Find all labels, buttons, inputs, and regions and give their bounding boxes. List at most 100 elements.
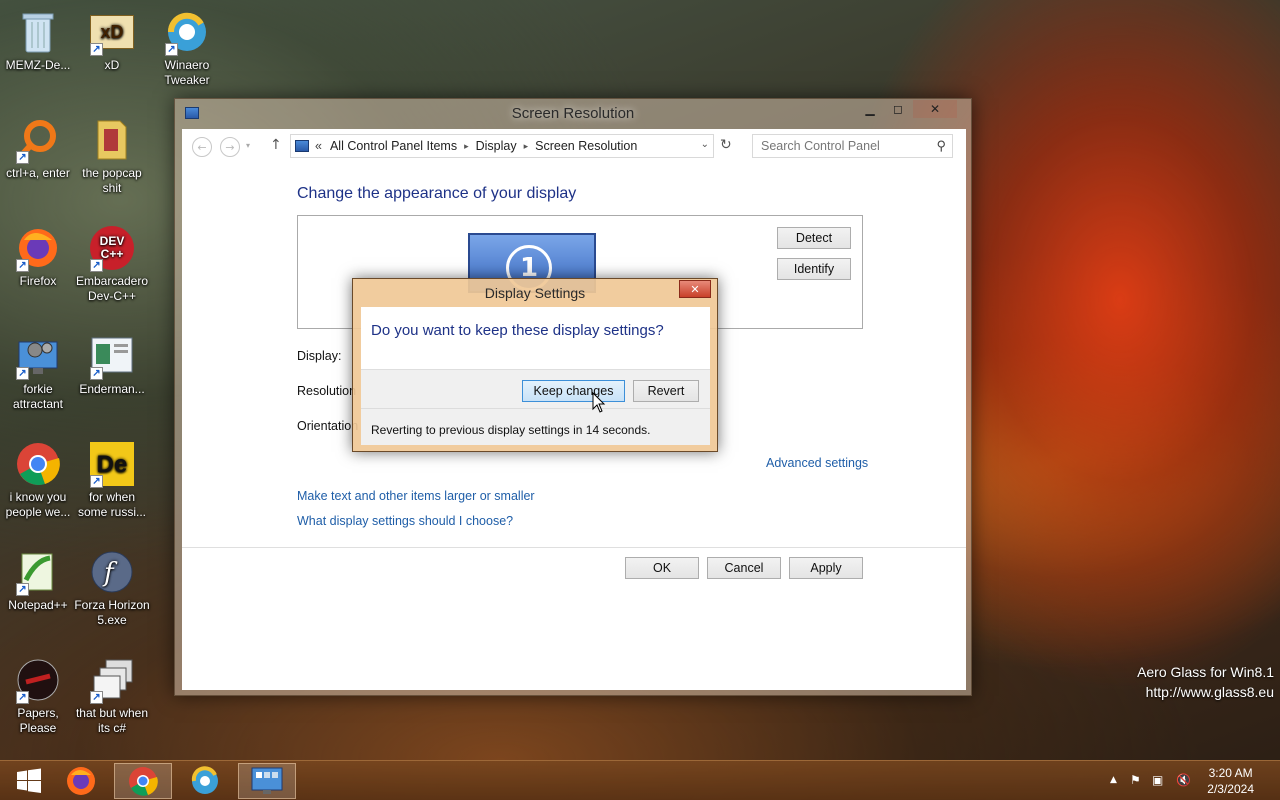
apply-button[interactable]: Apply (789, 557, 863, 579)
monitor-gear-icon: ↗ (14, 332, 62, 380)
notepadpp-icon: ↗ (14, 548, 62, 596)
desktop-icon-papers-please[interactable]: ↗ Papers, Please (0, 656, 76, 736)
dialog-body: Do you want to keep these display settin… (361, 307, 710, 445)
desktop-icon-label: Notepad++ (8, 598, 68, 612)
shortcut-arrow-icon: ↗ (90, 691, 103, 704)
breadcrumb-all-control-panel-items[interactable]: All Control Panel Items (330, 139, 457, 153)
forward-arrow-icon: → (225, 140, 235, 154)
desktop-icon-label: Winaero Tweaker (164, 58, 210, 87)
desktop-icon-notepadpp[interactable]: ↗ Notepad++ (0, 548, 76, 613)
breadcrumb-screen-resolution[interactable]: Screen Resolution (535, 139, 637, 153)
system-tray: ▲ ⚑ ▣ 🔇 3:20 AM 2/3/2024 (1100, 761, 1280, 800)
advanced-settings-link[interactable]: Advanced settings (766, 456, 868, 470)
de-icon: De ↗ (88, 440, 136, 488)
desktop-icon-xd[interactable]: xD ↗ xD (74, 8, 150, 73)
desktop-icon-recycle-bin[interactable]: MEMZ-De... (0, 8, 76, 73)
taskbar: ▲ ⚑ ▣ 🔇 3:20 AM 2/3/2024 (0, 760, 1280, 800)
keep-changes-button[interactable]: Keep changes (522, 380, 625, 402)
breadcrumb-display[interactable]: Display (476, 139, 517, 153)
desktop-icon-csharp[interactable]: ↗ that but when its c# (74, 656, 150, 736)
dialog-close-button[interactable]: ✕ (679, 280, 711, 298)
desktop-icon-label: MEMZ-De... (5, 58, 71, 72)
watermark-line-2: http://www.glass8.eu (1145, 684, 1274, 700)
desktop-icon-label: Embarcadero Dev-C++ (75, 274, 149, 303)
folder-icon (88, 116, 136, 164)
desktop-icon-label: Papers, Please (17, 706, 59, 735)
close-icon: ✕ (690, 282, 700, 296)
desktop-icon-label: xD (104, 58, 120, 72)
dialog-question: Do you want to keep these display settin… (371, 322, 664, 339)
recent-pages-chevron-icon[interactable]: ▾ (246, 141, 250, 150)
identify-button[interactable]: Identify (777, 258, 851, 280)
shortcut-arrow-icon: ↗ (90, 367, 103, 380)
desktop-icon-label: ctrl+a, enter (6, 166, 70, 180)
start-button[interactable] (0, 763, 58, 799)
search-ring-icon: ↗ (14, 116, 62, 164)
mouse-cursor-icon (592, 392, 606, 413)
shortcut-arrow-icon: ↗ (16, 259, 29, 272)
window-controls: ▁ ◻ ✕ (857, 100, 957, 118)
clock[interactable]: 3:20 AM 2/3/2024 (1207, 765, 1254, 797)
text-size-link[interactable]: Make text and other items larger or smal… (297, 489, 535, 503)
desktop-icon-ctrl-a[interactable]: ↗ ctrl+a, enter (0, 116, 76, 181)
desktop-icon-winaero[interactable]: ↗ Winaero Tweaker (149, 8, 225, 88)
volume-muted-icon[interactable]: 🔇 (1176, 773, 1191, 787)
maximize-button[interactable]: ◻ (885, 100, 911, 118)
stacked-windows-icon: ↗ (88, 656, 136, 704)
desktop-icon-label: for when some russi... (77, 490, 146, 519)
devcpp-icon: DEV C++ ↗ (88, 224, 136, 272)
address-bar[interactable]: « All Control Panel Items ▸ Display ▸ Sc… (290, 134, 714, 158)
up-button[interactable]: ↑ (270, 137, 282, 153)
address-dropdown-icon[interactable]: ⌄ (701, 139, 709, 150)
maximize-icon: ◻ (893, 102, 903, 116)
detect-button[interactable]: Detect (777, 227, 851, 249)
orientation-label: Orientation (297, 419, 359, 433)
network-icon[interactable]: ▣ (1152, 773, 1163, 787)
search-input[interactable]: Search Control Panel ⚲ (752, 134, 953, 158)
taskbar-firefox[interactable] (52, 763, 110, 799)
taskbar-winaero[interactable] (176, 763, 234, 799)
shortcut-arrow-icon: ↗ (16, 367, 29, 380)
breadcrumb-separator-icon[interactable]: ▸ (464, 141, 469, 152)
minimize-button[interactable]: ▁ (857, 100, 883, 118)
taskbar-chrome[interactable] (114, 763, 172, 799)
forward-button[interactable]: → (220, 137, 240, 157)
desktop-icon-de[interactable]: De ↗ for when some russi... (74, 440, 150, 520)
desktop-icon-label: that but when its c# (75, 706, 149, 735)
dialog-footer: Keep changes Revert Reverting to previou… (361, 369, 710, 445)
search-icon: ⚲ (936, 138, 946, 153)
dialog-divider (361, 408, 710, 409)
close-button[interactable]: ✕ (913, 100, 957, 118)
back-arrow-icon: ← (197, 140, 207, 154)
close-icon: ✕ (929, 102, 941, 116)
desktop-icon-enderman[interactable]: ↗ Enderman... (74, 332, 150, 397)
desktop-icon-forza[interactable]: f Forza Horizon 5.exe (74, 548, 150, 628)
desktop-icon-firefox[interactable]: ↗ Firefox (0, 224, 76, 289)
desktop-icon-label: Firefox (19, 274, 57, 288)
breadcrumb-separator-icon[interactable]: ▸ (524, 141, 529, 152)
desktop-icon-devcpp[interactable]: DEV C++ ↗ Embarcadero Dev-C++ (74, 224, 150, 304)
flash-icon: f (88, 548, 136, 596)
shortcut-arrow-icon: ↗ (16, 583, 29, 596)
back-button[interactable]: ← (192, 137, 212, 157)
revert-button[interactable]: Revert (633, 380, 699, 402)
shortcut-arrow-icon: ↗ (16, 151, 29, 164)
breadcrumb-overflow[interactable]: « (315, 139, 322, 153)
chrome-icon (129, 767, 158, 796)
display-settings-dialog: Display Settings ✕ Do you want to keep t… (352, 278, 718, 452)
aero-glass-watermark: Aero Glass for Win8.1 http://www.glass8.… (1137, 662, 1274, 702)
cancel-button[interactable]: Cancel (707, 557, 781, 579)
which-settings-link[interactable]: What display settings should I choose? (297, 514, 513, 528)
action-center-flag-icon[interactable]: ⚑ (1130, 773, 1141, 787)
desktop-icon-chrome[interactable]: i know you people we... (0, 440, 76, 520)
refresh-button[interactable]: ↻ (720, 137, 732, 153)
show-hidden-icons-chevron-icon[interactable]: ▲ (1110, 775, 1117, 785)
shortcut-arrow-icon: ↗ (16, 691, 29, 704)
taskbar-control-panel[interactable] (238, 763, 296, 799)
desktop-icon-popcap[interactable]: the popcap shit (74, 116, 150, 196)
winaero-icon (191, 766, 218, 794)
control-panel-icon (251, 767, 283, 794)
ok-button[interactable]: OK (625, 557, 699, 579)
desktop-icon-forkie[interactable]: ↗ forkie attractant (0, 332, 76, 412)
shortcut-arrow-icon: ↗ (165, 43, 178, 56)
